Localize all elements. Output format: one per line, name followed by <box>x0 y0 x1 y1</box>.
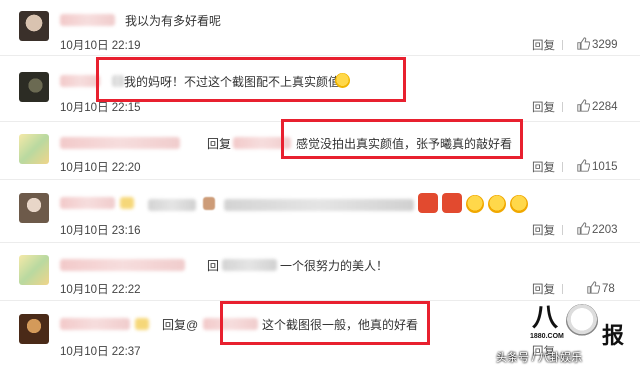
username[interactable] <box>60 197 115 209</box>
highlight-box <box>220 301 430 345</box>
reply-prefix: 回复@ <box>162 318 199 332</box>
comment-text: 一个很努力的美人！ <box>280 259 389 273</box>
watermark-logo-main: 八 <box>532 302 559 332</box>
thumbs-up-icon <box>577 222 591 235</box>
avatar[interactable] <box>19 193 49 223</box>
like-count: 2284 <box>592 101 618 113</box>
reply-button[interactable]: 回复 <box>532 281 555 297</box>
thumbs-up-icon <box>587 281 601 294</box>
badge <box>135 318 149 330</box>
kissing-emoji-icon <box>488 195 506 213</box>
username[interactable] <box>60 137 180 149</box>
emoji-sticker-icon <box>418 193 438 213</box>
like-count: 1015 <box>592 161 618 173</box>
username[interactable] <box>60 14 115 26</box>
watermark: 八 1880.COM 报 头条号 / 八卦娱乐 <box>496 300 640 365</box>
divider <box>562 284 563 294</box>
comment-row: 10月10日 23:16 回复 2203 <box>0 180 640 243</box>
like-count: 2203 <box>592 224 618 236</box>
username[interactable] <box>60 259 185 271</box>
comment-time: 10月10日 23:16 <box>60 225 141 237</box>
blurred-text <box>224 199 414 211</box>
like-button[interactable]: 3299 <box>577 37 618 51</box>
comment-time: 10月10日 22:19 <box>60 40 141 52</box>
thumbs-up-icon <box>577 99 591 112</box>
like-button[interactable]: 2284 <box>577 99 618 113</box>
comment-text: 我以为有多好看呢 <box>125 14 222 28</box>
comment-time: 10月10日 22:37 <box>60 346 141 358</box>
kissing-emoji-icon <box>510 195 528 213</box>
divider <box>562 102 563 112</box>
watermark-logo-sub: 1880.COM <box>530 333 564 340</box>
username[interactable] <box>60 75 100 87</box>
kissing-emoji-icon <box>466 195 484 213</box>
divider <box>562 40 563 50</box>
reply-button[interactable]: 回复 <box>532 37 555 53</box>
like-count: 78 <box>602 283 615 295</box>
comment-row: 回复 感觉没拍出真实颜值，张予曦真的敲好看 10月10日 22:20 回复 10… <box>0 119 640 180</box>
reply-button[interactable]: 回复 <box>532 159 555 175</box>
emoji-sticker-icon <box>442 193 462 213</box>
comment-row: 我以为有多好看呢 10月10日 22:19 回复 3299 <box>0 0 640 56</box>
mentioned-user[interactable] <box>222 259 277 271</box>
like-button[interactable]: 1015 <box>577 159 618 173</box>
divider <box>562 225 563 235</box>
badge <box>120 197 134 209</box>
avatar[interactable] <box>19 255 49 285</box>
comment-row: 我的妈呀！不过这个截图配不上真实颜值 10月10日 22:15 回复 2284 <box>0 56 640 122</box>
divider <box>562 162 563 172</box>
reply-prefix: 回复 <box>207 137 232 151</box>
watermark-logo-right: 报 <box>602 323 625 348</box>
like-count: 3299 <box>592 39 618 51</box>
thumbs-up-icon <box>577 37 591 50</box>
comment-time: 10月10日 22:20 <box>60 162 141 174</box>
avatar[interactable] <box>19 134 49 164</box>
thumbs-up-icon <box>577 159 591 172</box>
blurred-text <box>148 199 196 211</box>
comment-row: 回 一个很努力的美人！ 10月10日 22:22 回复 78 <box>0 243 640 301</box>
like-button[interactable]: 2203 <box>577 222 618 236</box>
blurred-image <box>203 197 215 210</box>
mascot-icon <box>566 304 598 338</box>
avatar[interactable] <box>19 314 49 344</box>
avatar[interactable] <box>19 11 49 41</box>
reply-button[interactable]: 回复 <box>532 99 555 115</box>
highlight-box <box>281 119 523 159</box>
username[interactable] <box>60 318 130 330</box>
reply-button[interactable]: 回复 <box>532 222 555 238</box>
highlight-box <box>96 57 406 102</box>
comment-time: 10月10日 22:22 <box>60 284 141 296</box>
avatar[interactable] <box>19 72 49 102</box>
like-button[interactable]: 78 <box>587 281 615 295</box>
watermark-caption: 头条号 / 八卦娱乐 <box>496 352 583 364</box>
reply-prefix: 回 <box>207 259 220 273</box>
